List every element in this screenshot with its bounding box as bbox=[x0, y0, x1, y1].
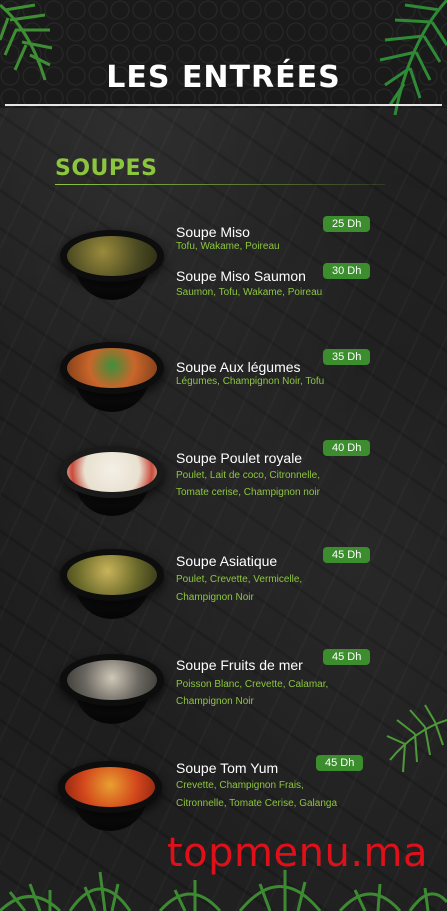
title-divider bbox=[5, 104, 442, 106]
item-description: Poulet, Lait de coco, Citronnelle, bbox=[176, 470, 320, 481]
section-title: SOUPES bbox=[55, 156, 158, 181]
price-badge: 45 Dh bbox=[316, 755, 364, 771]
section-divider bbox=[55, 184, 385, 185]
soup-image-asiatique bbox=[60, 543, 164, 623]
price-badge: 45 Dh bbox=[323, 547, 371, 563]
price-badge: 30 Dh bbox=[323, 263, 371, 279]
item-description: Poisson Blanc, Crevette, Calamar, bbox=[176, 679, 329, 690]
item-description: Champignon Noir bbox=[176, 592, 254, 603]
item-name: Soupe Poulet royale bbox=[176, 450, 303, 466]
item-description: Tomate cerise, Champignon noir bbox=[176, 487, 320, 498]
price-badge: 25 Dh bbox=[323, 216, 371, 232]
item-description: Légumes, Champignon Noir, Tofu bbox=[176, 376, 325, 387]
soup-image-miso bbox=[60, 224, 164, 304]
item-name: Soupe Miso Saumon bbox=[176, 268, 306, 284]
item-name: Soupe Tom Yum bbox=[176, 760, 279, 776]
item-name: Soupe Asiatique bbox=[176, 553, 278, 569]
palm-leaf-right-icon bbox=[386, 704, 447, 773]
watermark-logo: topmenu.ma bbox=[167, 830, 429, 876]
item-name: Soupe Fruits de mer bbox=[176, 657, 303, 673]
item-description: Champignon Noir bbox=[176, 696, 254, 707]
item-description: Tofu, Wakame, Poireau bbox=[176, 241, 280, 252]
soup-image-tom-yum bbox=[58, 755, 162, 835]
price-badge: 45 Dh bbox=[323, 649, 371, 665]
item-description: Crevette, Champignon Frais, bbox=[176, 780, 304, 791]
soup-image-legumes bbox=[60, 336, 164, 416]
price-badge: 40 Dh bbox=[323, 440, 371, 456]
item-description: Poulet, Crevette, Vermicelle, bbox=[176, 574, 303, 585]
item-description: Saumon, Tofu, Wakame, Poireau bbox=[176, 287, 323, 298]
price-badge: 35 Dh bbox=[323, 349, 371, 365]
soup-image-poulet-royale bbox=[60, 440, 164, 520]
item-description: Citronnelle, Tomate Cerise, Galanga bbox=[176, 798, 338, 809]
page-title: LES ENTRÉES bbox=[106, 60, 341, 95]
soup-image-fruits-de-mer bbox=[60, 648, 164, 728]
